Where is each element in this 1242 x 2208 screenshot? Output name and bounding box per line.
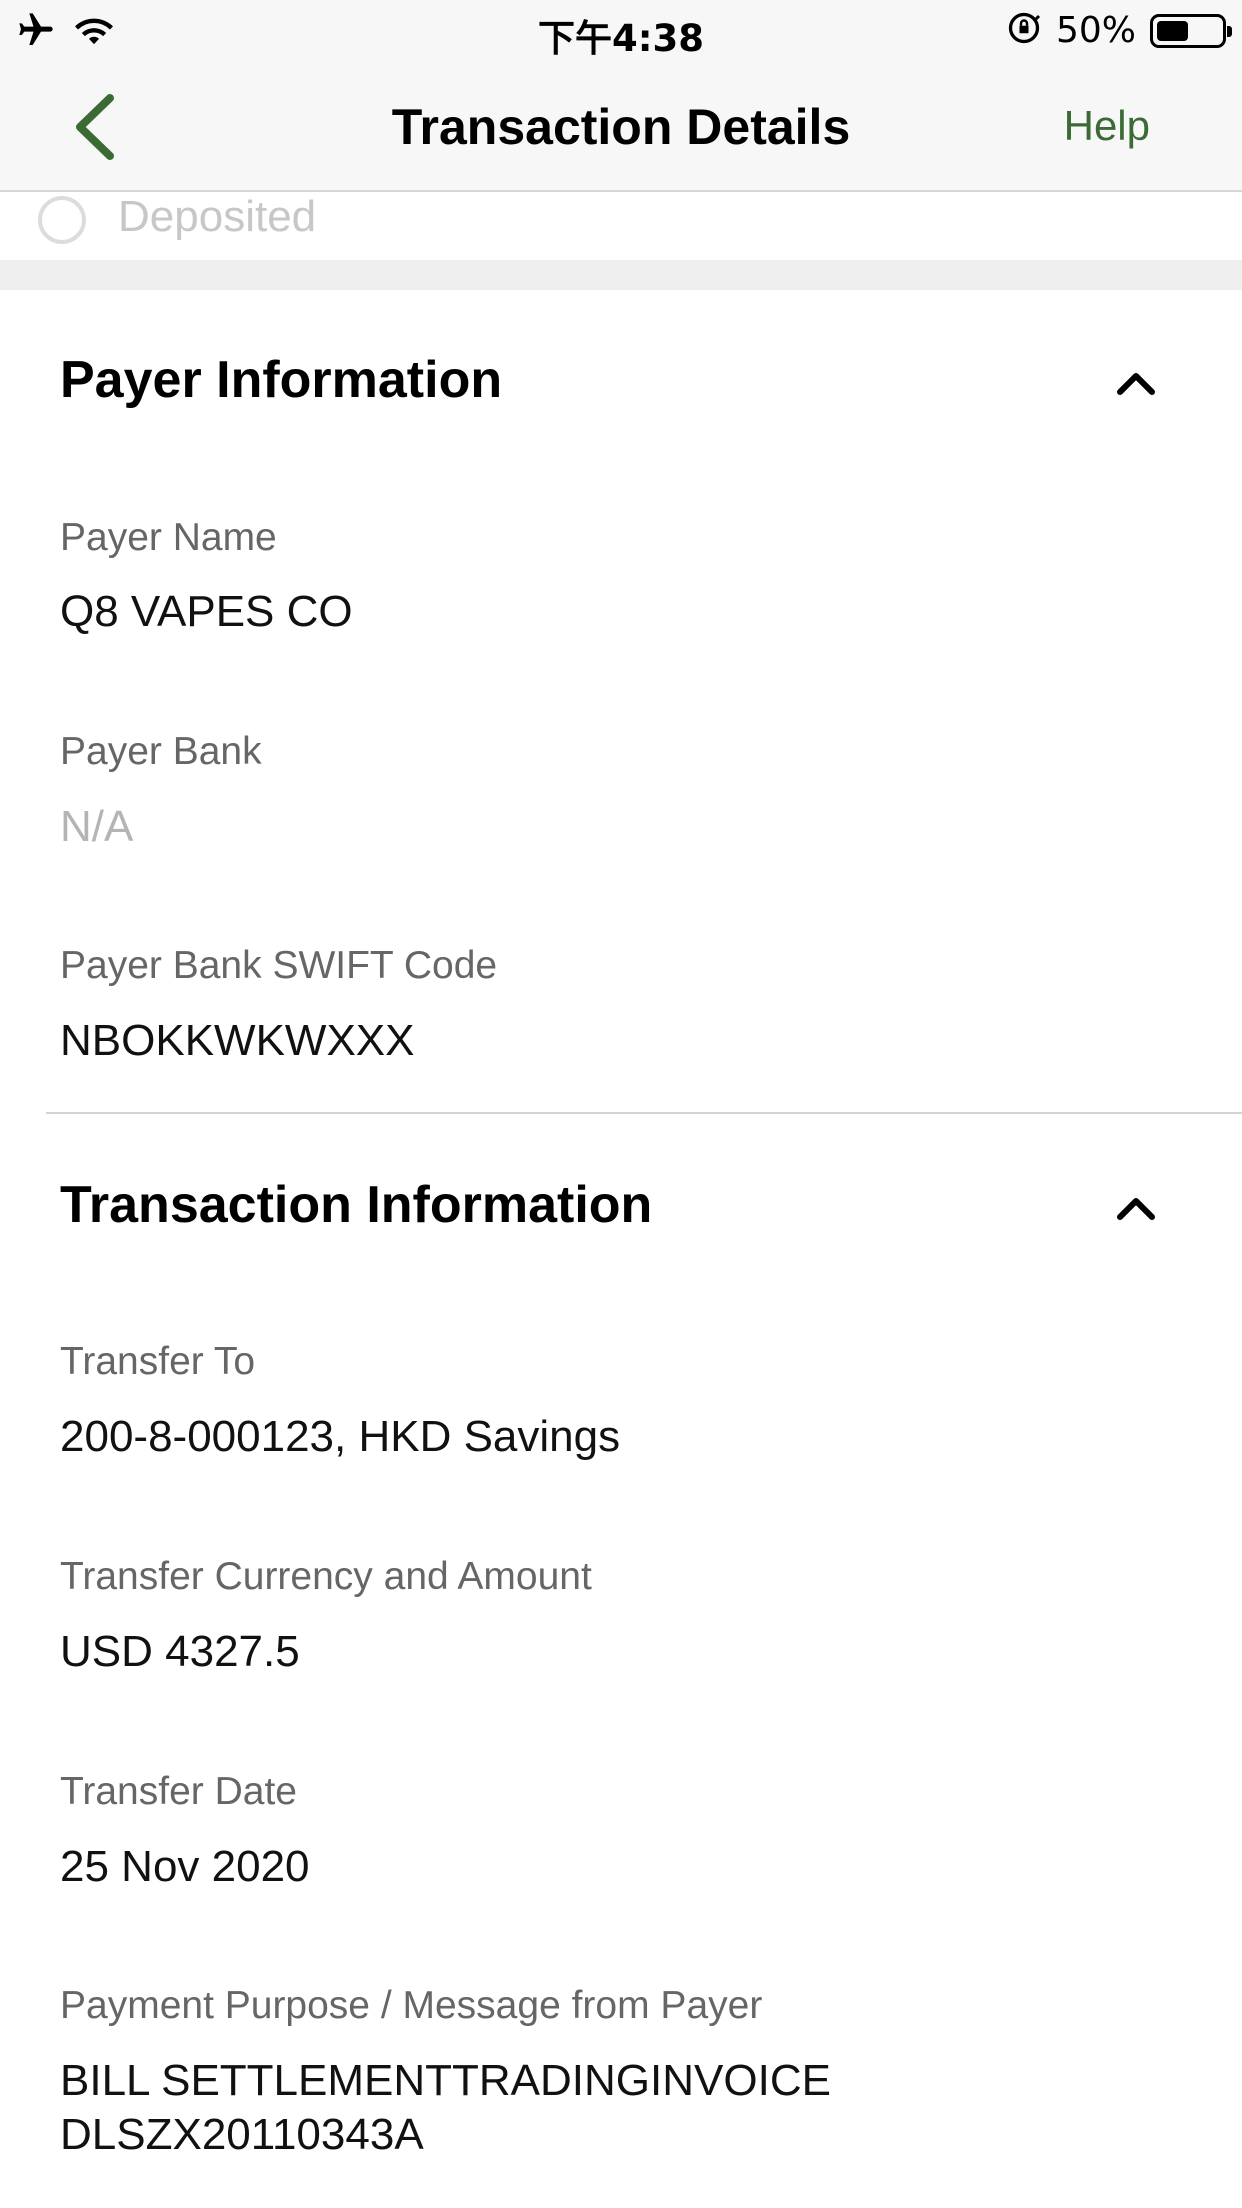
status-bar: 下午4:38 50% <box>0 0 1242 62</box>
payer-swift-value: NBOKKWKWXXX <box>60 1016 415 1065</box>
battery-icon <box>1150 13 1232 48</box>
payer-name-value: Q8 VAPES CO <box>60 587 353 636</box>
payer-name-label: Payer Name <box>60 516 277 559</box>
status-step-label: Deposited <box>118 192 317 241</box>
section-title: Transaction Information <box>60 1176 653 1234</box>
transaction-information-header[interactable]: Transaction Information <box>60 1175 1182 1255</box>
transfer-to-label: Transfer To <box>60 1340 256 1383</box>
battery-percent: 50% <box>1055 10 1136 51</box>
payment-purpose-value-line2: DLSZX20110343A <box>60 2110 424 2159</box>
status-step-deposited: Deposited <box>0 192 1242 260</box>
payer-information-header[interactable]: Payer Information <box>60 350 1182 430</box>
payer-bank-value: N/A <box>60 802 134 851</box>
chevron-up-icon[interactable] <box>1114 1193 1158 1223</box>
page-title: Transaction Details <box>391 99 851 155</box>
orientation-lock-icon <box>1006 10 1042 51</box>
transfer-amount-label: Transfer Currency and Amount <box>60 1555 592 1598</box>
help-button[interactable]: Help <box>1064 102 1150 150</box>
payer-bank-label: Payer Bank <box>60 730 262 773</box>
chevron-up-icon[interactable] <box>1114 368 1158 398</box>
transfer-date-value: 25 Nov 2020 <box>60 1842 310 1891</box>
status-right-icons: 50% <box>1006 10 1232 51</box>
transfer-date-label: Transfer Date <box>60 1770 297 1813</box>
payment-purpose-label: Payment Purpose / Message from Payer <box>60 1984 763 2027</box>
transfer-to-value: 200-8-000123, HKD Savings <box>60 1412 621 1461</box>
payer-swift-label: Payer Bank SWIFT Code <box>60 944 498 987</box>
section-title: Payer Information <box>60 351 503 409</box>
section-separator <box>0 260 1242 290</box>
transfer-amount-value: USD 4327.5 <box>60 1627 300 1676</box>
radio-circle-icon <box>38 196 86 244</box>
payment-purpose-value-line1: BILL SETTLEMENTTRADINGINVOICE <box>60 2056 831 2105</box>
navigation-bar: Transaction Details Help <box>0 62 1242 192</box>
battery-level <box>1157 20 1188 41</box>
divider <box>46 1112 1242 1114</box>
